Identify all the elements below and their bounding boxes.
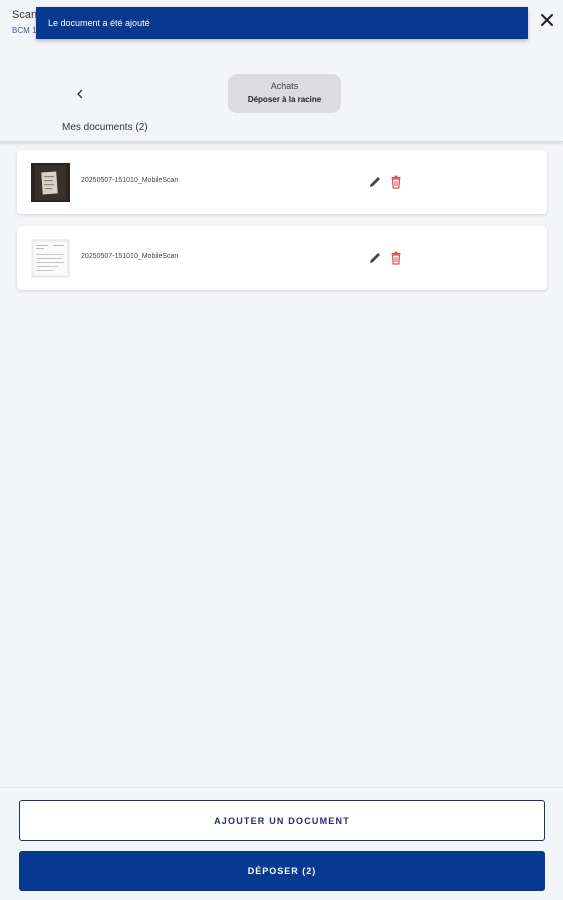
delete-button[interactable] [388, 250, 404, 266]
edit-button[interactable] [367, 250, 383, 266]
document-name: 20250507-151010_MobileScan [81, 177, 179, 184]
document-thumbnail[interactable] [31, 239, 70, 278]
pencil-icon [370, 177, 380, 187]
add-document-button[interactable]: AJOUTER UN DOCUMENT [19, 800, 545, 841]
close-button[interactable] [537, 10, 557, 30]
chevron-left-icon [77, 89, 83, 99]
folder-action: Déposer à la racine [247, 95, 322, 104]
delete-button[interactable] [388, 174, 404, 190]
app-header: Scan BCM 1 Le document a été ajouté Acha… [0, 0, 563, 142]
folder-selector[interactable]: Achats Déposer à la racine [228, 74, 341, 113]
submit-button[interactable]: DÉPOSER (2) [19, 851, 545, 891]
folder-name: Achats [270, 81, 299, 91]
documents-title: Mes documents (2) [62, 122, 148, 133]
edit-button[interactable] [367, 174, 383, 190]
document-thumbnail[interactable] [31, 163, 70, 202]
trash-icon [391, 251, 401, 265]
document-card: 20250507-151010_MobileScan [17, 150, 547, 214]
bottom-action-bar: AJOUTER UN DOCUMENT DÉPOSER (2) [0, 787, 563, 900]
toast-notification: Le document a été ajouté [36, 7, 528, 39]
background-title: Scan [12, 9, 38, 21]
pencil-icon [370, 253, 380, 263]
background-subtitle: BCM 1 [12, 26, 37, 35]
back-button[interactable] [70, 84, 90, 104]
trash-icon [391, 175, 401, 189]
document-card: 20250507-151010_MobileScan [17, 226, 547, 290]
toast-message: Le document a été ajouté [48, 18, 150, 28]
close-icon [541, 14, 553, 26]
document-name: 20250507-151010_MobileScan [81, 253, 179, 260]
